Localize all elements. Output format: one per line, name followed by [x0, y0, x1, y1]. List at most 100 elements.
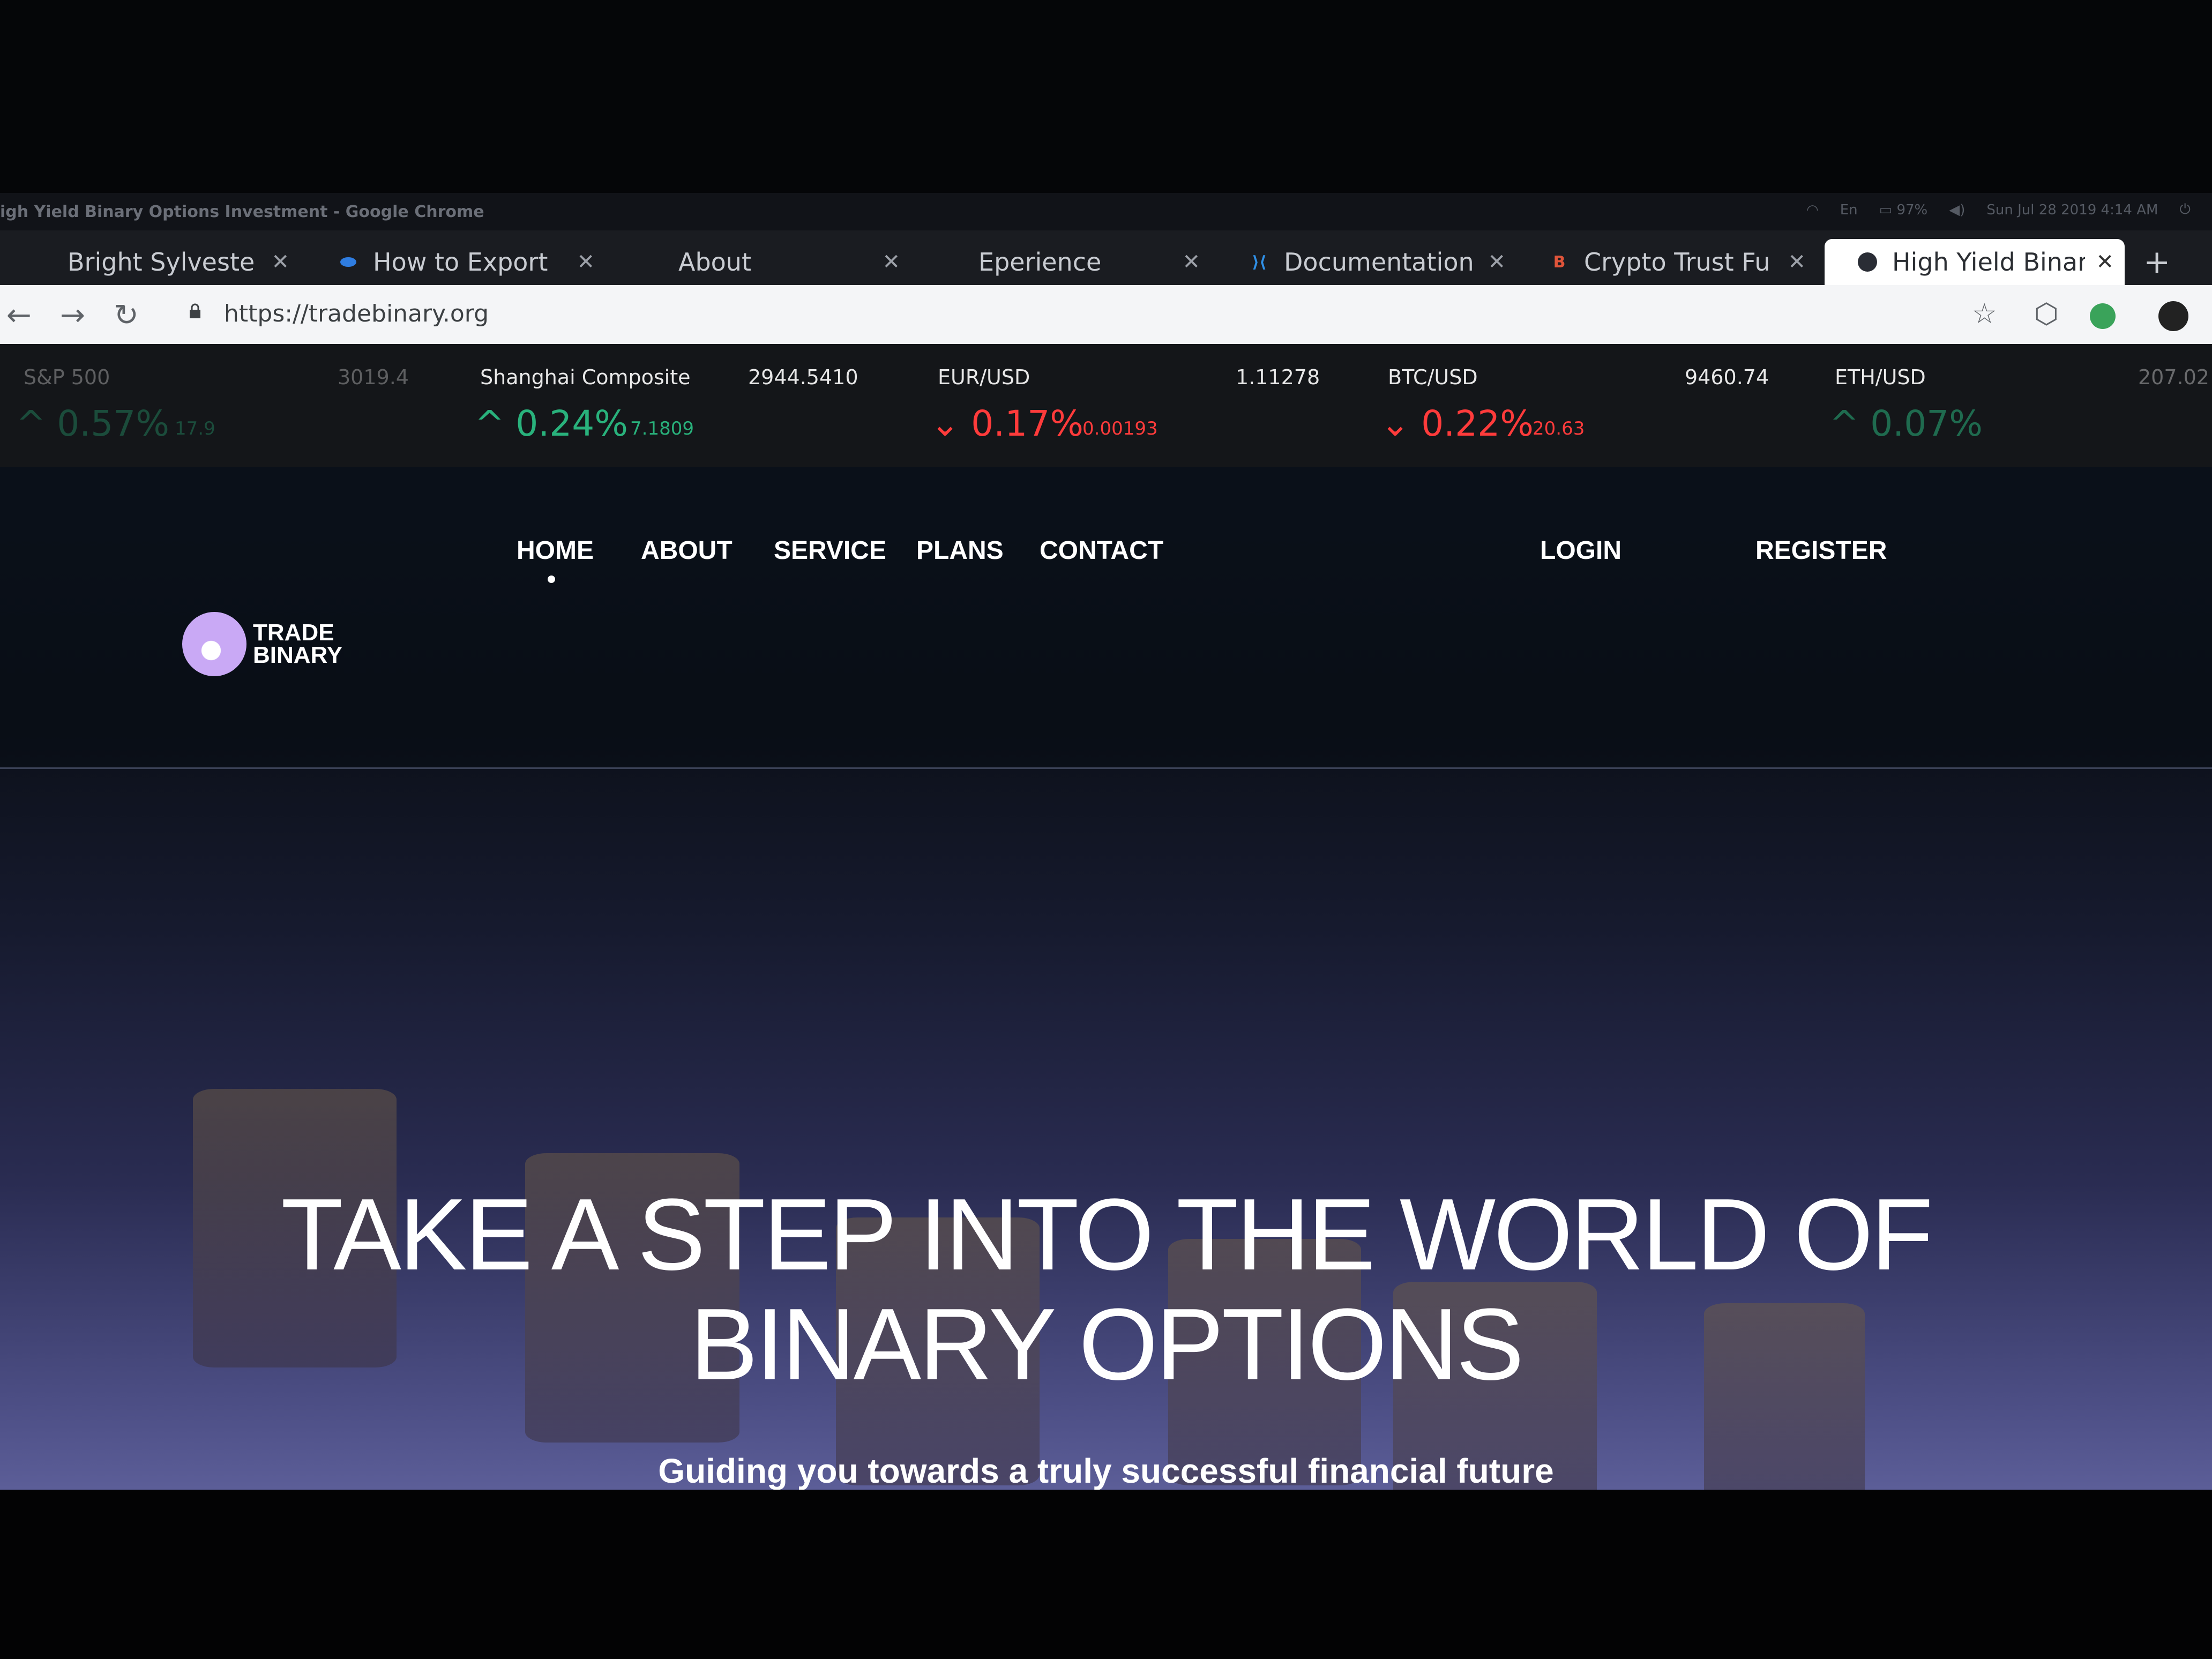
tab-title: Eperience [978, 248, 1102, 276]
ticker-change: 20.63 [1533, 418, 1585, 439]
b-favicon-icon: B [1553, 252, 1566, 272]
ticker-symbol: Shanghai Composite [480, 365, 691, 389]
ticker-pct: ⌄ 0.22% [1380, 403, 1534, 444]
nav-about[interactable]: ABOUT [641, 536, 733, 565]
ticker-change: 17.9 [175, 418, 215, 439]
ticker-symbol: BTC/USD [1388, 365, 1478, 389]
close-icon[interactable]: ✕ [271, 250, 289, 274]
tab-title: Crypto Trust Fu [1584, 248, 1770, 276]
ticker-price: 207.02 [2138, 365, 2209, 389]
clock[interactable]: Sun Jul 28 2019 4:14 AM [1986, 202, 2158, 218]
tab-documentation[interactable]: ⟩⟨ Documentation ✕ [1216, 239, 1516, 285]
tab-title: About [678, 248, 752, 276]
active-nav-indicator [548, 576, 555, 583]
ticker-change: 0.00193 [1082, 418, 1158, 439]
arrow-down-icon: ⌄ [1380, 403, 1422, 444]
monitor-bezel [0, 1490, 2212, 1659]
wifi-icon[interactable]: ◠ [1806, 202, 1819, 218]
ticker-price: 1.11278 [1236, 365, 1320, 389]
ticker-pct-value: 0.07% [1870, 403, 1983, 444]
hero-title: TAKE A STEP INTO THE WORLD OF BINARY OPT… [0, 1180, 2212, 1400]
ticker-symbol: EUR/USD [938, 365, 1030, 389]
tab-bright-sylveste[interactable]: Bright Sylveste ✕ [0, 239, 300, 285]
nav-home[interactable]: HOME [517, 536, 594, 565]
ticker-pct: ⌄ 0.17% [930, 403, 1083, 444]
nav-plans[interactable]: PLANS [916, 536, 1004, 565]
tab-title: How to Export [373, 248, 548, 276]
ticker-pct: ^ 0.24% [475, 403, 628, 444]
keyboard-layout-icon[interactable]: En [1840, 202, 1858, 218]
arrow-up-icon: ^ [1829, 403, 1871, 444]
tab-about[interactable]: About ✕ [611, 239, 911, 285]
close-icon[interactable]: ✕ [1182, 250, 1200, 274]
ticker-pct: ^ 0.57% [16, 403, 169, 444]
hero-title-line1: TAKE A STEP INTO THE WORLD OF [281, 1178, 1933, 1291]
ticker-price: 2944.5410 [748, 365, 858, 389]
blank-favicon-icon [943, 251, 965, 273]
tab-crypto-trust[interactable]: B Crypto Trust Fu ✕ [1516, 239, 1817, 285]
volume-icon[interactable]: ◀) [1949, 202, 1965, 218]
ticker-pct-value: 0.17% [971, 403, 1083, 444]
reload-icon[interactable]: ↻ [114, 298, 139, 333]
close-icon[interactable]: ✕ [2096, 250, 2114, 274]
tab-how-to-export[interactable]: How to Export ✕ [305, 239, 606, 285]
close-icon[interactable]: ✕ [882, 250, 900, 274]
close-icon[interactable]: ✕ [577, 250, 595, 274]
browser-window: igh Yield Binary Options Investment - Go… [0, 193, 2212, 1490]
profile-avatar[interactable] [2158, 301, 2188, 331]
website-viewport: HOME ABOUT SERVICE PLANS CONTACT LOGIN R… [0, 467, 2212, 1490]
blank-favicon-icon [32, 251, 54, 273]
tab-strip: Bright Sylveste ✕ How to Export ✕ About … [0, 230, 2212, 285]
hero-subtitle: Guiding you towards a truly successful f… [658, 1452, 1554, 1490]
battery-icon[interactable]: ▭ 97% [1879, 202, 1928, 218]
ticker-pct-value: 0.22% [1421, 403, 1534, 444]
address-bar[interactable]: https://tradebinary.org [224, 300, 489, 327]
ticker-item[interactable]: ETH/USD 207.02 ^ 0.07% [1822, 344, 2212, 467]
system-tray: ◠ En ▭ 97% ◀) Sun Jul 28 2019 4:14 AM ⏻ [1806, 201, 2191, 218]
browser-toolbar: ← → ↻ https://tradebinary.org ☆ ⬡ [0, 285, 2212, 344]
ticker-item[interactable]: EUR/USD 1.11278 ⌄ 0.17% 0.00193 [922, 344, 1372, 467]
ticker-symbol: ETH/USD [1835, 365, 1926, 389]
site-favicon-icon [1857, 251, 1878, 273]
site-logo[interactable]: TRADE BINARY [182, 612, 342, 676]
ticker-pct-value: 0.57% [57, 403, 169, 444]
blue-dot-icon [338, 251, 359, 273]
nav-contact[interactable]: CONTACT [1040, 536, 1163, 565]
arrow-up-icon: ^ [475, 403, 516, 444]
extension-cube-icon[interactable]: ⬡ [2034, 298, 2058, 330]
register-button[interactable]: REGISTER [1755, 536, 1887, 565]
tab-high-yield-binary[interactable]: High Yield Binar ✕ [1825, 239, 2125, 285]
logo-text: TRADE BINARY [253, 619, 343, 668]
blank-favicon-icon [643, 251, 664, 273]
nav-service[interactable]: SERVICE [774, 536, 886, 565]
ticker-change: 7.1809 [630, 418, 694, 439]
ticker-item[interactable]: BTC/USD 9460.74 ⌄ 0.22% 20.63 [1372, 344, 1822, 467]
hero-title-line2: BINARY OPTIONS [690, 1288, 1524, 1401]
lock-icon[interactable] [189, 303, 201, 319]
vscode-icon: ⟩⟨ [1252, 252, 1267, 272]
ticker-item[interactable]: Shanghai Composite 2944.5410 ^ 0.24% 7.1… [461, 344, 911, 467]
arrow-up-icon: ^ [16, 403, 57, 444]
ticker-symbol: S&P 500 [24, 365, 110, 389]
battery-level: 97% [1896, 201, 1928, 218]
logo-mark-icon [182, 612, 246, 676]
ticker-item[interactable]: S&P 500 3019.4 ^ 0.57% 17.9 [0, 344, 450, 467]
new-tab-button[interactable]: + [2143, 243, 2170, 281]
back-icon[interactable]: ← [6, 298, 32, 333]
ticker-pct: ^ 0.07% [1829, 403, 1983, 444]
power-icon[interactable]: ⏻ [2179, 201, 2191, 218]
market-ticker: S&P 500 3019.4 ^ 0.57% 17.9 Shanghai Com… [0, 344, 2212, 467]
logo-line1: TRADE [253, 619, 334, 646]
close-icon[interactable]: ✕ [1488, 250, 1506, 274]
tab-title: Bright Sylveste [68, 248, 255, 276]
grammarly-extension-icon[interactable] [2090, 303, 2116, 329]
tab-title: Documentation [1284, 248, 1474, 276]
close-icon[interactable]: ✕ [1788, 250, 1806, 274]
logo-line2: BINARY [253, 642, 343, 668]
bookmark-star-icon[interactable]: ☆ [1972, 298, 1997, 330]
ticker-pct-value: 0.24% [515, 403, 628, 444]
forward-icon[interactable]: → [60, 298, 85, 333]
tab-eperience[interactable]: Eperience ✕ [911, 239, 1211, 285]
login-button[interactable]: LOGIN [1540, 536, 1621, 565]
window-title: igh Yield Binary Options Investment - Go… [0, 203, 484, 221]
